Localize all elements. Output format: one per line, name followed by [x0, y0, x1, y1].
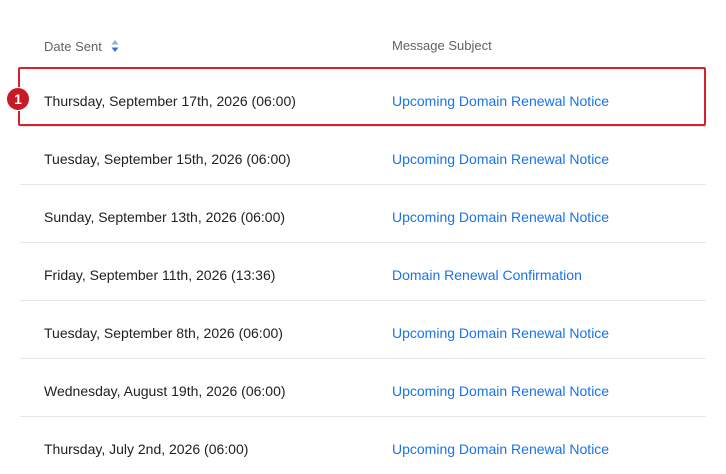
- date-sent-cell: Sunday, September 13th, 2026 (06:00): [44, 209, 286, 225]
- message-subject-header: Message Subject: [392, 38, 492, 53]
- message-subject-link[interactable]: Upcoming Domain Renewal Notice: [392, 325, 609, 341]
- table-row: Sunday, September 13th, 2026 (06:00) Upc…: [20, 185, 706, 243]
- message-subject-link[interactable]: Upcoming Domain Renewal Notice: [392, 93, 609, 109]
- date-sent-cell: Tuesday, September 8th, 2026 (06:00): [44, 325, 283, 341]
- table-row: Thursday, July 2nd, 2026 (06:00) Upcomin…: [20, 417, 706, 474]
- message-subject-header-label: Message Subject: [392, 38, 492, 53]
- message-subject-link[interactable]: Upcoming Domain Renewal Notice: [392, 383, 609, 399]
- table-row: Tuesday, September 15th, 2026 (06:00) Up…: [20, 127, 706, 185]
- message-subject-link[interactable]: Upcoming Domain Renewal Notice: [392, 209, 609, 225]
- date-sent-cell: Thursday, July 2nd, 2026 (06:00): [44, 441, 249, 457]
- date-sent-cell: Friday, September 11th, 2026 (13:36): [44, 267, 276, 283]
- table-row: Thursday, September 17th, 2026 (06:00) U…: [20, 69, 706, 127]
- table-row: Tuesday, September 8th, 2026 (06:00) Upc…: [20, 301, 706, 359]
- date-sent-cell: Thursday, September 17th, 2026 (06:00): [44, 93, 296, 109]
- message-subject-link[interactable]: Upcoming Domain Renewal Notice: [392, 151, 609, 167]
- date-sent-header-label: Date Sent: [44, 38, 102, 54]
- date-sent-cell: Tuesday, September 15th, 2026 (06:00): [44, 151, 291, 167]
- table-header-row: Date Sent Message Subject: [20, 0, 706, 69]
- date-sent-cell: Wednesday, August 19th, 2026 (06:00): [44, 383, 286, 399]
- annotation-badge: 1: [6, 87, 30, 111]
- date-sent-header[interactable]: Date Sent: [44, 38, 120, 54]
- messages-table: Date Sent Message Subject Thursday, Sept…: [20, 0, 706, 474]
- table-row: Wednesday, August 19th, 2026 (06:00) Upc…: [20, 359, 706, 417]
- sort-icon[interactable]: [110, 38, 120, 54]
- table-row: Friday, September 11th, 2026 (13:36) Dom…: [20, 243, 706, 301]
- message-subject-link[interactable]: Upcoming Domain Renewal Notice: [392, 441, 609, 457]
- message-subject-link[interactable]: Domain Renewal Confirmation: [392, 267, 582, 283]
